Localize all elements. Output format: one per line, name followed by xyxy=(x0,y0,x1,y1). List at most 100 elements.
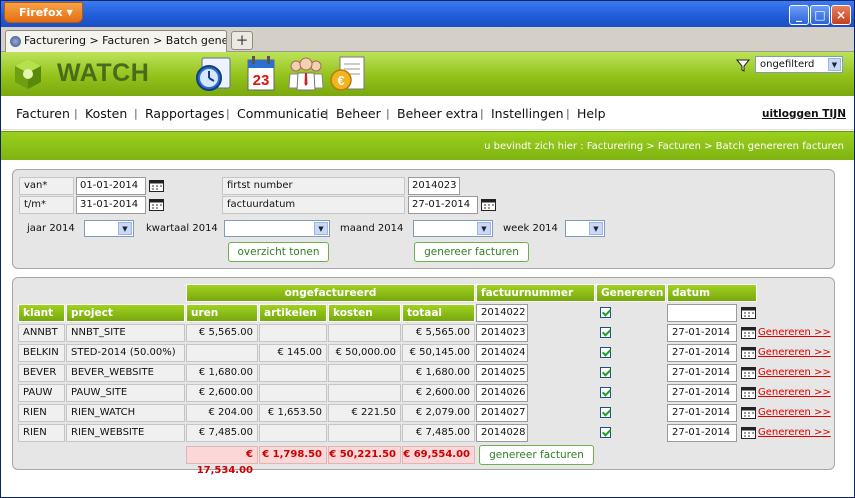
row-genereren-link[interactable]: Genereren >> xyxy=(758,367,831,378)
datum-header: datum xyxy=(667,284,757,302)
row-datum-input[interactable]: 27-01-2014 xyxy=(667,344,737,362)
overzicht-tonen-button[interactable]: overzicht tonen xyxy=(228,242,329,262)
week-select[interactable]: ▼ xyxy=(565,220,605,237)
row-genereren-link[interactable]: Genereren >> xyxy=(758,407,831,418)
row-factuurnummer-input[interactable]: 2014024 xyxy=(476,344,528,362)
row-klant-cell: BEVER xyxy=(18,364,65,382)
nav-item-instellingen[interactable]: Instellingen xyxy=(491,106,564,121)
row-totaal-cell: € 50,145.00 xyxy=(402,344,475,362)
logout-link[interactable]: uitloggen TIJN xyxy=(762,108,846,120)
row-factuurnummer-input[interactable]: 2014026 xyxy=(476,384,528,402)
genereer-facturen-button[interactable]: genereer facturen xyxy=(414,242,529,262)
genereer-facturen-bottom-button[interactable]: genereer facturen xyxy=(479,445,594,465)
calendar-picker-icon[interactable] xyxy=(741,366,756,379)
row-genereren-checkbox[interactable] xyxy=(600,407,611,418)
row-datum-input[interactable]: 27-01-2014 xyxy=(667,384,737,402)
row-genereren-link[interactable]: Genereren >> xyxy=(758,387,831,398)
ongefactureerd-header: ongefactureerd xyxy=(186,284,475,302)
users-icon[interactable] xyxy=(286,54,326,94)
tm-input[interactable]: 31-01-2014 xyxy=(76,196,146,214)
results-panel: ongefactureerd factuurnummer Genereren datu… xyxy=(12,277,835,476)
maximize-button[interactable]: □ xyxy=(810,5,830,25)
calendar-picker-icon[interactable] xyxy=(481,198,496,211)
filter-selected-value: ongefilterd xyxy=(760,59,815,70)
row-uren-cell: € 7,485.00 xyxy=(186,424,258,442)
nav-item-beheer[interactable]: Beheer xyxy=(336,106,381,121)
kosten-header: kosten xyxy=(328,304,401,322)
row-artikelen-cell xyxy=(259,364,327,382)
maand-select[interactable]: ▼ xyxy=(413,220,493,237)
row-artikelen-cell: € 1,653.50 xyxy=(259,404,327,422)
row-kosten-cell xyxy=(328,424,401,442)
genereren-header: Genereren xyxy=(596,284,666,302)
calendar-picker-icon[interactable] xyxy=(741,306,756,319)
row-genereren-checkbox[interactable] xyxy=(600,367,611,378)
firefox-menu-button[interactable]: Firefox ▼ xyxy=(4,2,83,23)
first-factuurnummer-input[interactable]: 2014022 xyxy=(476,304,528,322)
app-header: WATCH 23 € ongefilterd ▼ xyxy=(1,52,854,96)
row-datum-input[interactable]: 27-01-2014 xyxy=(667,424,737,442)
new-tab-button[interactable]: + xyxy=(231,31,253,50)
total-totaal: € 69,554.00 xyxy=(402,446,475,464)
nav-separator: | xyxy=(480,107,484,120)
calendar-picker-icon[interactable] xyxy=(741,426,756,439)
row-genereren-checkbox[interactable] xyxy=(600,347,611,358)
row-project-cell: BEVER_WEBSITE xyxy=(66,364,185,382)
calendar-picker-icon[interactable] xyxy=(741,406,756,419)
first-number-input[interactable]: 2014023 xyxy=(408,177,460,195)
row-genereren-link[interactable]: Genereren >> xyxy=(758,347,831,358)
chevron-down-icon: ▼ xyxy=(589,222,603,235)
genereren-all-checkbox[interactable] xyxy=(600,307,611,318)
row-genereren-checkbox[interactable] xyxy=(600,327,611,338)
calendar-picker-icon[interactable] xyxy=(741,386,756,399)
row-factuurnummer-input[interactable]: 2014028 xyxy=(476,424,528,442)
datum-all-input[interactable] xyxy=(667,304,737,322)
row-factuurnummer-input[interactable]: 2014027 xyxy=(476,404,528,422)
close-button[interactable]: × xyxy=(831,5,851,25)
calendar-picker-icon[interactable] xyxy=(741,326,756,339)
row-klant-cell: ANNBT xyxy=(18,324,65,342)
breadcrumb: u bevindt zich hier : Facturering > Fact… xyxy=(484,141,844,152)
calendar-picker-icon[interactable] xyxy=(149,179,164,192)
nav-item-rapportages[interactable]: Rapportages xyxy=(145,106,224,121)
calendar-icon[interactable]: 23 xyxy=(244,54,284,94)
browser-tab[interactable]: Facturering > Facturen > Batch genereren… xyxy=(5,30,227,52)
main-nav: Facturen | Kosten | Rapportages | Commun… xyxy=(1,96,854,130)
calendar-picker-icon[interactable] xyxy=(149,198,164,211)
jaar-select[interactable]: ▼ xyxy=(84,220,134,237)
nav-item-beheer-extra[interactable]: Beheer extra xyxy=(397,106,478,121)
row-genereren-checkbox[interactable] xyxy=(600,387,611,398)
row-datum-input[interactable]: 27-01-2014 xyxy=(667,364,737,382)
row-genereren-checkbox[interactable] xyxy=(600,427,611,438)
row-kosten-cell xyxy=(328,384,401,402)
nav-item-facturen[interactable]: Facturen xyxy=(16,106,70,121)
row-genereren-link[interactable]: Genereren >> xyxy=(758,327,831,338)
nav-item-kosten[interactable]: Kosten xyxy=(85,106,127,121)
invoice-icon[interactable]: € xyxy=(328,54,368,94)
row-genereren-link[interactable]: Genereren >> xyxy=(758,427,831,438)
kwartaal-select[interactable]: ▼ xyxy=(224,220,330,237)
filter-panel: van* 01-01-2014 t/m* 31-01-2014 firtst n… xyxy=(12,169,835,269)
factuurnummer-header: factuurnummer xyxy=(476,284,595,302)
minimize-button[interactable]: _ xyxy=(789,5,809,25)
clock-icon[interactable] xyxy=(194,54,234,94)
row-datum-input[interactable]: 27-01-2014 xyxy=(667,324,737,342)
artikelen-header: artikelen xyxy=(259,304,327,322)
nav-separator: | xyxy=(134,107,138,120)
row-datum-input[interactable]: 27-01-2014 xyxy=(667,404,737,422)
calendar-picker-icon[interactable] xyxy=(741,346,756,359)
row-project-cell: RIEN_WEBSITE xyxy=(66,424,185,442)
row-factuurnummer-input[interactable]: 2014025 xyxy=(476,364,528,382)
van-input[interactable]: 01-01-2014 xyxy=(76,177,146,195)
chevron-down-icon: ▼ xyxy=(828,58,841,71)
row-artikelen-cell xyxy=(259,324,327,342)
nav-separator: | xyxy=(226,107,230,120)
filter-select[interactable]: ongefilterd ▼ xyxy=(755,56,843,73)
nav-item-help[interactable]: Help xyxy=(577,106,606,121)
row-kosten-cell xyxy=(328,364,401,382)
page-favicon-icon xyxy=(10,36,21,47)
factuurdatum-input[interactable]: 27-01-2014 xyxy=(408,196,478,214)
row-uren-cell: € 5,565.00 xyxy=(186,324,258,342)
row-factuurnummer-input[interactable]: 2014023 xyxy=(476,324,528,342)
nav-item-communicatie[interactable]: Communicatie xyxy=(237,106,328,121)
